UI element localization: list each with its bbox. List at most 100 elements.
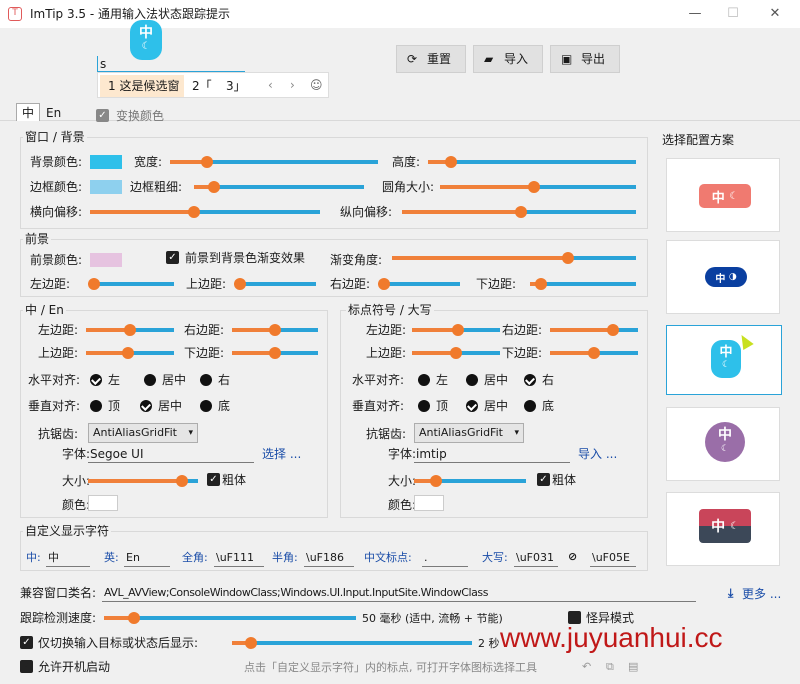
pt-valign-top-radio[interactable] (418, 400, 430, 412)
fg-top-slider[interactable] (234, 278, 316, 290)
fg-right-slider[interactable] (378, 278, 460, 290)
import-button[interactable]: ▰ 导入 (473, 45, 543, 73)
candidate-input-line[interactable]: s (97, 56, 245, 72)
custom-half-value[interactable]: \uF186 (306, 550, 344, 566)
custom-full-value[interactable]: \uF111 (216, 550, 254, 566)
pt-bottom-slider[interactable] (550, 347, 638, 359)
v-offset-slider[interactable] (402, 206, 636, 218)
pt-size-slider[interactable] (414, 475, 526, 487)
custom-disabled-value[interactable]: \uF05E (592, 550, 630, 566)
zh-top-slider[interactable] (86, 347, 174, 359)
switch-show-checkbox[interactable]: ✓ (20, 636, 33, 649)
fg-left-slider[interactable] (88, 278, 174, 290)
scheme-preview-4[interactable]: 中 ☾ (666, 407, 780, 481)
folder-open-icon: ▰ (484, 52, 494, 66)
pt-font-import-link[interactable]: 导入 ... (578, 446, 617, 462)
custom-caps-value[interactable]: \uF031 (516, 550, 554, 566)
pt-color-box[interactable] (414, 495, 444, 511)
swap-colors-checkbox[interactable]: ✓ (96, 109, 109, 122)
zh-color-box[interactable] (88, 495, 118, 511)
fg-color-swatch[interactable] (90, 253, 122, 267)
autostart-label: 允许开机启动 (38, 660, 111, 674)
corner-slider[interactable] (440, 181, 636, 193)
candidate-item-2[interactable]: 2「 (192, 78, 212, 94)
maximize-button[interactable]: ☐ (718, 4, 748, 24)
zh-right-slider[interactable] (232, 324, 318, 336)
track-speed-slider[interactable] (104, 612, 356, 624)
switch-show-slider[interactable] (232, 637, 472, 649)
pt-font-label: 字体: (388, 447, 417, 461)
pt-bold-checkbox[interactable]: ✓ (537, 473, 550, 486)
zh-bold-checkbox[interactable]: ✓ (207, 473, 220, 486)
pt-font-value[interactable]: imtip (416, 446, 447, 462)
compat-value[interactable]: AVL_AVView;ConsoleWindowClass;Windows.UI… (104, 585, 488, 601)
candidate-item-3[interactable]: 3」 (226, 78, 246, 94)
custom-caps-underline (514, 566, 558, 567)
tab-zh[interactable]: 中 (16, 103, 40, 121)
custom-zh-value[interactable]: 中 (48, 550, 59, 566)
custom-cnpunct-value[interactable]: . (424, 550, 428, 566)
zh-halign-label: 水平对齐: (28, 373, 81, 387)
emoji-icon[interactable]: ☺ (310, 77, 323, 93)
scheme-preview-3[interactable]: 中 ☾ (666, 325, 782, 395)
moon-icon: ☾ (729, 190, 739, 202)
custom-cnpunct-label: 中文标点: (364, 551, 412, 564)
border-color-swatch[interactable] (90, 180, 122, 194)
custom-cnpunct-underline (422, 566, 468, 567)
compat-more-link[interactable]: 更多 ... (742, 586, 781, 602)
h-offset-slider[interactable] (90, 206, 320, 218)
custom-half-label: 半角: (272, 551, 298, 564)
zh-halign-right-radio[interactable] (200, 374, 212, 386)
paste-icon[interactable]: ▤ (628, 659, 638, 675)
candidate-next-icon[interactable]: › (290, 77, 295, 93)
zh-size-slider[interactable] (88, 475, 198, 487)
reset-button[interactable]: ⟳ 重置 (396, 45, 466, 73)
scheme-3-text: 中 (719, 345, 733, 360)
width-slider[interactable] (170, 156, 378, 168)
scheme-preview-2[interactable]: 中 ◑ (666, 240, 780, 314)
zh-valign-top-radio[interactable] (90, 400, 102, 412)
fg-bottom-slider[interactable] (530, 278, 636, 290)
pt-valign-center-radio[interactable] (466, 400, 478, 412)
pt-size-label: 大小: (388, 474, 417, 488)
pt-right-slider[interactable] (550, 324, 638, 336)
zh-left-slider[interactable] (86, 324, 174, 336)
fg-top-label: 上边距: (186, 277, 227, 291)
zh-font-value[interactable]: Segoe UI (90, 446, 143, 462)
autostart-checkbox[interactable]: ✓ (20, 660, 33, 673)
pt-aa-select[interactable]: AntiAliasGridFit ▾ (414, 423, 524, 443)
pt-valign-bottom-radio[interactable] (524, 400, 536, 412)
zh-font-choose-link[interactable]: 选择 ... (262, 446, 301, 462)
pt-halign-left-radio[interactable] (418, 374, 430, 386)
pt-left-slider[interactable] (412, 324, 500, 336)
copy-icon[interactable]: ⧉ (606, 659, 614, 675)
candidate-item-1[interactable]: 1 这是候选窗 (100, 75, 184, 97)
scheme-2-text: 中 (715, 273, 726, 285)
bg-color-label: 背景颜色: (30, 155, 83, 169)
pt-halign-center-radio[interactable] (466, 374, 478, 386)
minimize-button[interactable]: — (680, 4, 710, 24)
zh-valign-center-radio[interactable] (140, 400, 152, 412)
gradient-checkbox[interactable]: ✓ (166, 251, 179, 264)
bg-color-swatch[interactable] (90, 155, 122, 169)
angle-slider[interactable] (392, 252, 636, 264)
candidate-prev-icon[interactable]: ‹ (268, 77, 273, 93)
tab-en[interactable]: En (40, 104, 68, 121)
height-slider[interactable] (428, 156, 636, 168)
zh-aa-select[interactable]: AntiAliasGridFit ▾ (88, 423, 198, 443)
custom-en-value[interactable]: En (126, 550, 140, 566)
pt-halign-right-radio[interactable] (524, 374, 536, 386)
export-button[interactable]: ▣ 导出 (550, 45, 620, 73)
undo-icon[interactable]: ↶ (582, 659, 591, 675)
zh-halign-center-radio[interactable] (144, 374, 156, 386)
zh-valign-bottom-radio[interactable] (200, 400, 212, 412)
scheme-preview-5[interactable]: 中 ☾ (666, 492, 780, 566)
border-width-slider[interactable] (194, 181, 364, 193)
refresh-icon: ⟳ (407, 52, 418, 66)
pt-top-slider[interactable] (412, 347, 500, 359)
scheme-preview-1[interactable]: 中 ☾ (666, 158, 780, 232)
zh-halign-left-radio[interactable] (90, 374, 102, 386)
close-button[interactable]: ✕ (760, 4, 790, 24)
zh-bottom-slider[interactable] (232, 347, 318, 359)
custom-half-underline (304, 566, 354, 567)
